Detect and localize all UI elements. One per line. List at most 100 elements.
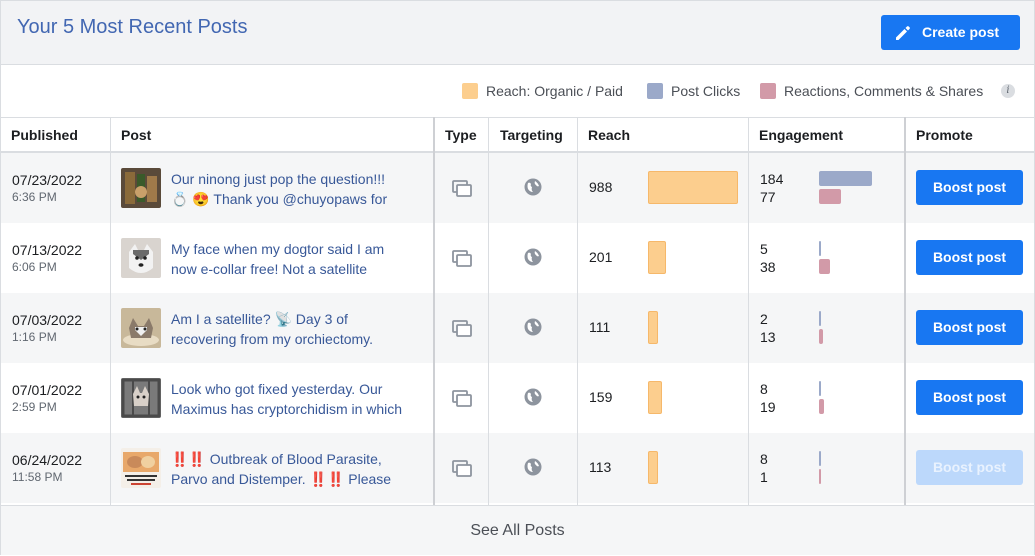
column-divider — [577, 117, 578, 505]
multi-photo-icon — [452, 460, 472, 477]
post-text-line1: Am I a satellite? 📡 Day 3 of — [171, 311, 348, 327]
legend-clicks-swatch — [647, 83, 663, 99]
legend-reactions-swatch — [760, 83, 776, 99]
column-divider — [488, 117, 489, 505]
recent-posts-panel: Your 5 Most Recent Posts Create post Rea… — [0, 0, 1035, 555]
clicks-bar — [819, 171, 872, 186]
post-text-line1: ‼️‼️ Outbreak of Blood Parasite, — [171, 451, 382, 467]
boost-post-button[interactable]: Boost post — [916, 310, 1023, 345]
col-promote: Promote — [916, 127, 973, 143]
multi-photo-icon — [452, 320, 472, 337]
column-divider — [110, 117, 111, 505]
reach-bar — [648, 381, 662, 414]
post-text-line1: My face when my dogtor said I am — [171, 241, 385, 257]
legend-reach-swatch — [462, 83, 478, 99]
reactions-value: 38 — [760, 259, 776, 275]
reach-bar — [648, 241, 666, 274]
reactions-bar — [819, 399, 824, 414]
post-thumbnail[interactable] — [121, 378, 161, 418]
reach-bar — [648, 451, 658, 484]
published-date: 07/03/2022 — [12, 312, 83, 328]
post-thumbnail[interactable] — [121, 308, 161, 348]
clicks-bar — [819, 381, 821, 396]
reach-value: 201 — [589, 249, 613, 265]
multi-photo-icon — [452, 250, 472, 267]
clicks-value: 8 — [760, 451, 768, 467]
boost-post-button[interactable]: Boost post — [916, 380, 1023, 415]
post-text-line2: now e-collar free! Not a satellite — [171, 261, 368, 277]
col-published: Published — [11, 127, 78, 143]
boost-post-button[interactable]: Boost post — [916, 240, 1023, 275]
post-text-line2: recovering from my orchiectomy. — [171, 331, 374, 347]
clicks-value: 5 — [760, 241, 768, 257]
clicks-value: 184 — [760, 171, 784, 187]
info-icon[interactable]: i — [1001, 84, 1015, 98]
reactions-value: 1 — [760, 469, 768, 485]
reach-bar — [648, 171, 738, 204]
post-text[interactable]: Am I a satellite? 📡 Day 3 of recovering … — [171, 309, 425, 349]
column-divider — [433, 117, 435, 505]
post-text-line1: Our ninong just pop the question!!! — [171, 171, 386, 187]
clicks-bar — [819, 241, 821, 256]
multi-photo-icon — [452, 390, 472, 407]
published-date: 07/13/2022 — [12, 242, 83, 258]
table-row[interactable]: 07/13/2022 6:06 PM My face when my dogto… — [1, 223, 1034, 293]
reactions-value: 77 — [760, 189, 776, 205]
published-time: 6:06 PM — [12, 260, 57, 274]
published-date: 06/24/2022 — [12, 452, 83, 468]
globe-icon — [524, 248, 542, 266]
reach-value: 159 — [589, 389, 613, 405]
legend-reach: Reach: Organic / Paid — [462, 81, 623, 101]
legend-clicks: Post Clicks — [647, 81, 740, 101]
post-thumbnail[interactable] — [121, 448, 161, 488]
globe-icon — [524, 318, 542, 336]
clicks-value: 2 — [760, 311, 768, 327]
table-row[interactable]: 06/24/2022 11:58 PM ‼️‼️ Outbreak of Blo… — [1, 433, 1034, 503]
boost-post-button[interactable]: Boost post — [916, 170, 1023, 205]
reach-value: 113 — [589, 459, 612, 475]
published-time: 1:16 PM — [12, 330, 57, 344]
reactions-bar — [819, 469, 821, 484]
col-type: Type — [445, 127, 477, 143]
post-text[interactable]: Look who got fixed yesterday. Our Maximu… — [171, 379, 425, 419]
col-post: Post — [121, 127, 152, 143]
panel-header: Your 5 Most Recent Posts Create post — [1, 1, 1034, 65]
reach-value: 988 — [589, 179, 613, 195]
post-text-line1: Look who got fixed yesterday. Our — [171, 381, 383, 397]
post-thumbnail[interactable] — [121, 168, 161, 208]
post-text-line2: 💍 😍 Thank you @chuyopaws for — [171, 191, 388, 207]
table-row[interactable]: 07/01/2022 2:59 PM Look who got fixed ye… — [1, 363, 1034, 433]
column-divider — [904, 117, 906, 505]
reactions-bar — [819, 189, 841, 204]
published-time: 11:58 PM — [12, 470, 63, 484]
see-all-posts-link[interactable]: See All Posts — [1, 505, 1034, 555]
col-reach: Reach — [588, 127, 631, 143]
reactions-bar — [819, 329, 823, 344]
column-divider — [748, 117, 749, 505]
reach-bar — [648, 311, 658, 344]
published-time: 2:59 PM — [12, 400, 57, 414]
panel-title: Your 5 Most Recent Posts — [17, 16, 248, 38]
published-time: 6:36 PM — [12, 190, 57, 204]
table-row[interactable]: 07/03/2022 1:16 PM Am I a satellite? 📡 D… — [1, 293, 1034, 363]
clicks-bar — [819, 451, 821, 466]
post-thumbnail[interactable] — [121, 238, 161, 278]
published-date: 07/01/2022 — [12, 382, 83, 398]
multi-photo-icon — [452, 180, 472, 197]
col-targeting: Targeting — [500, 127, 563, 143]
col-engagement: Engagement — [759, 127, 844, 143]
clicks-bar — [819, 311, 821, 326]
legend-reactions: Reactions, Comments & Shares — [760, 81, 983, 101]
create-post-label: Create post — [922, 24, 1000, 40]
table-row[interactable]: 07/23/2022 6:36 PM Our ninong just pop t… — [1, 153, 1034, 223]
legend-reach-label: Reach: Organic / Paid — [486, 83, 623, 99]
post-text[interactable]: ‼️‼️ Outbreak of Blood Parasite, Parvo a… — [171, 449, 425, 489]
create-post-button[interactable]: Create post — [881, 15, 1020, 50]
post-text[interactable]: Our ninong just pop the question!!! 💍 😍 … — [171, 169, 425, 209]
post-text[interactable]: My face when my dogtor said I am now e-c… — [171, 239, 425, 279]
boost-post-button[interactable]: Boost post — [916, 450, 1023, 485]
published-date: 07/23/2022 — [12, 172, 83, 188]
globe-icon — [524, 458, 542, 476]
pencil-icon — [896, 26, 910, 40]
post-text-line2: Maximus has cryptorchidism in which — [171, 401, 403, 417]
